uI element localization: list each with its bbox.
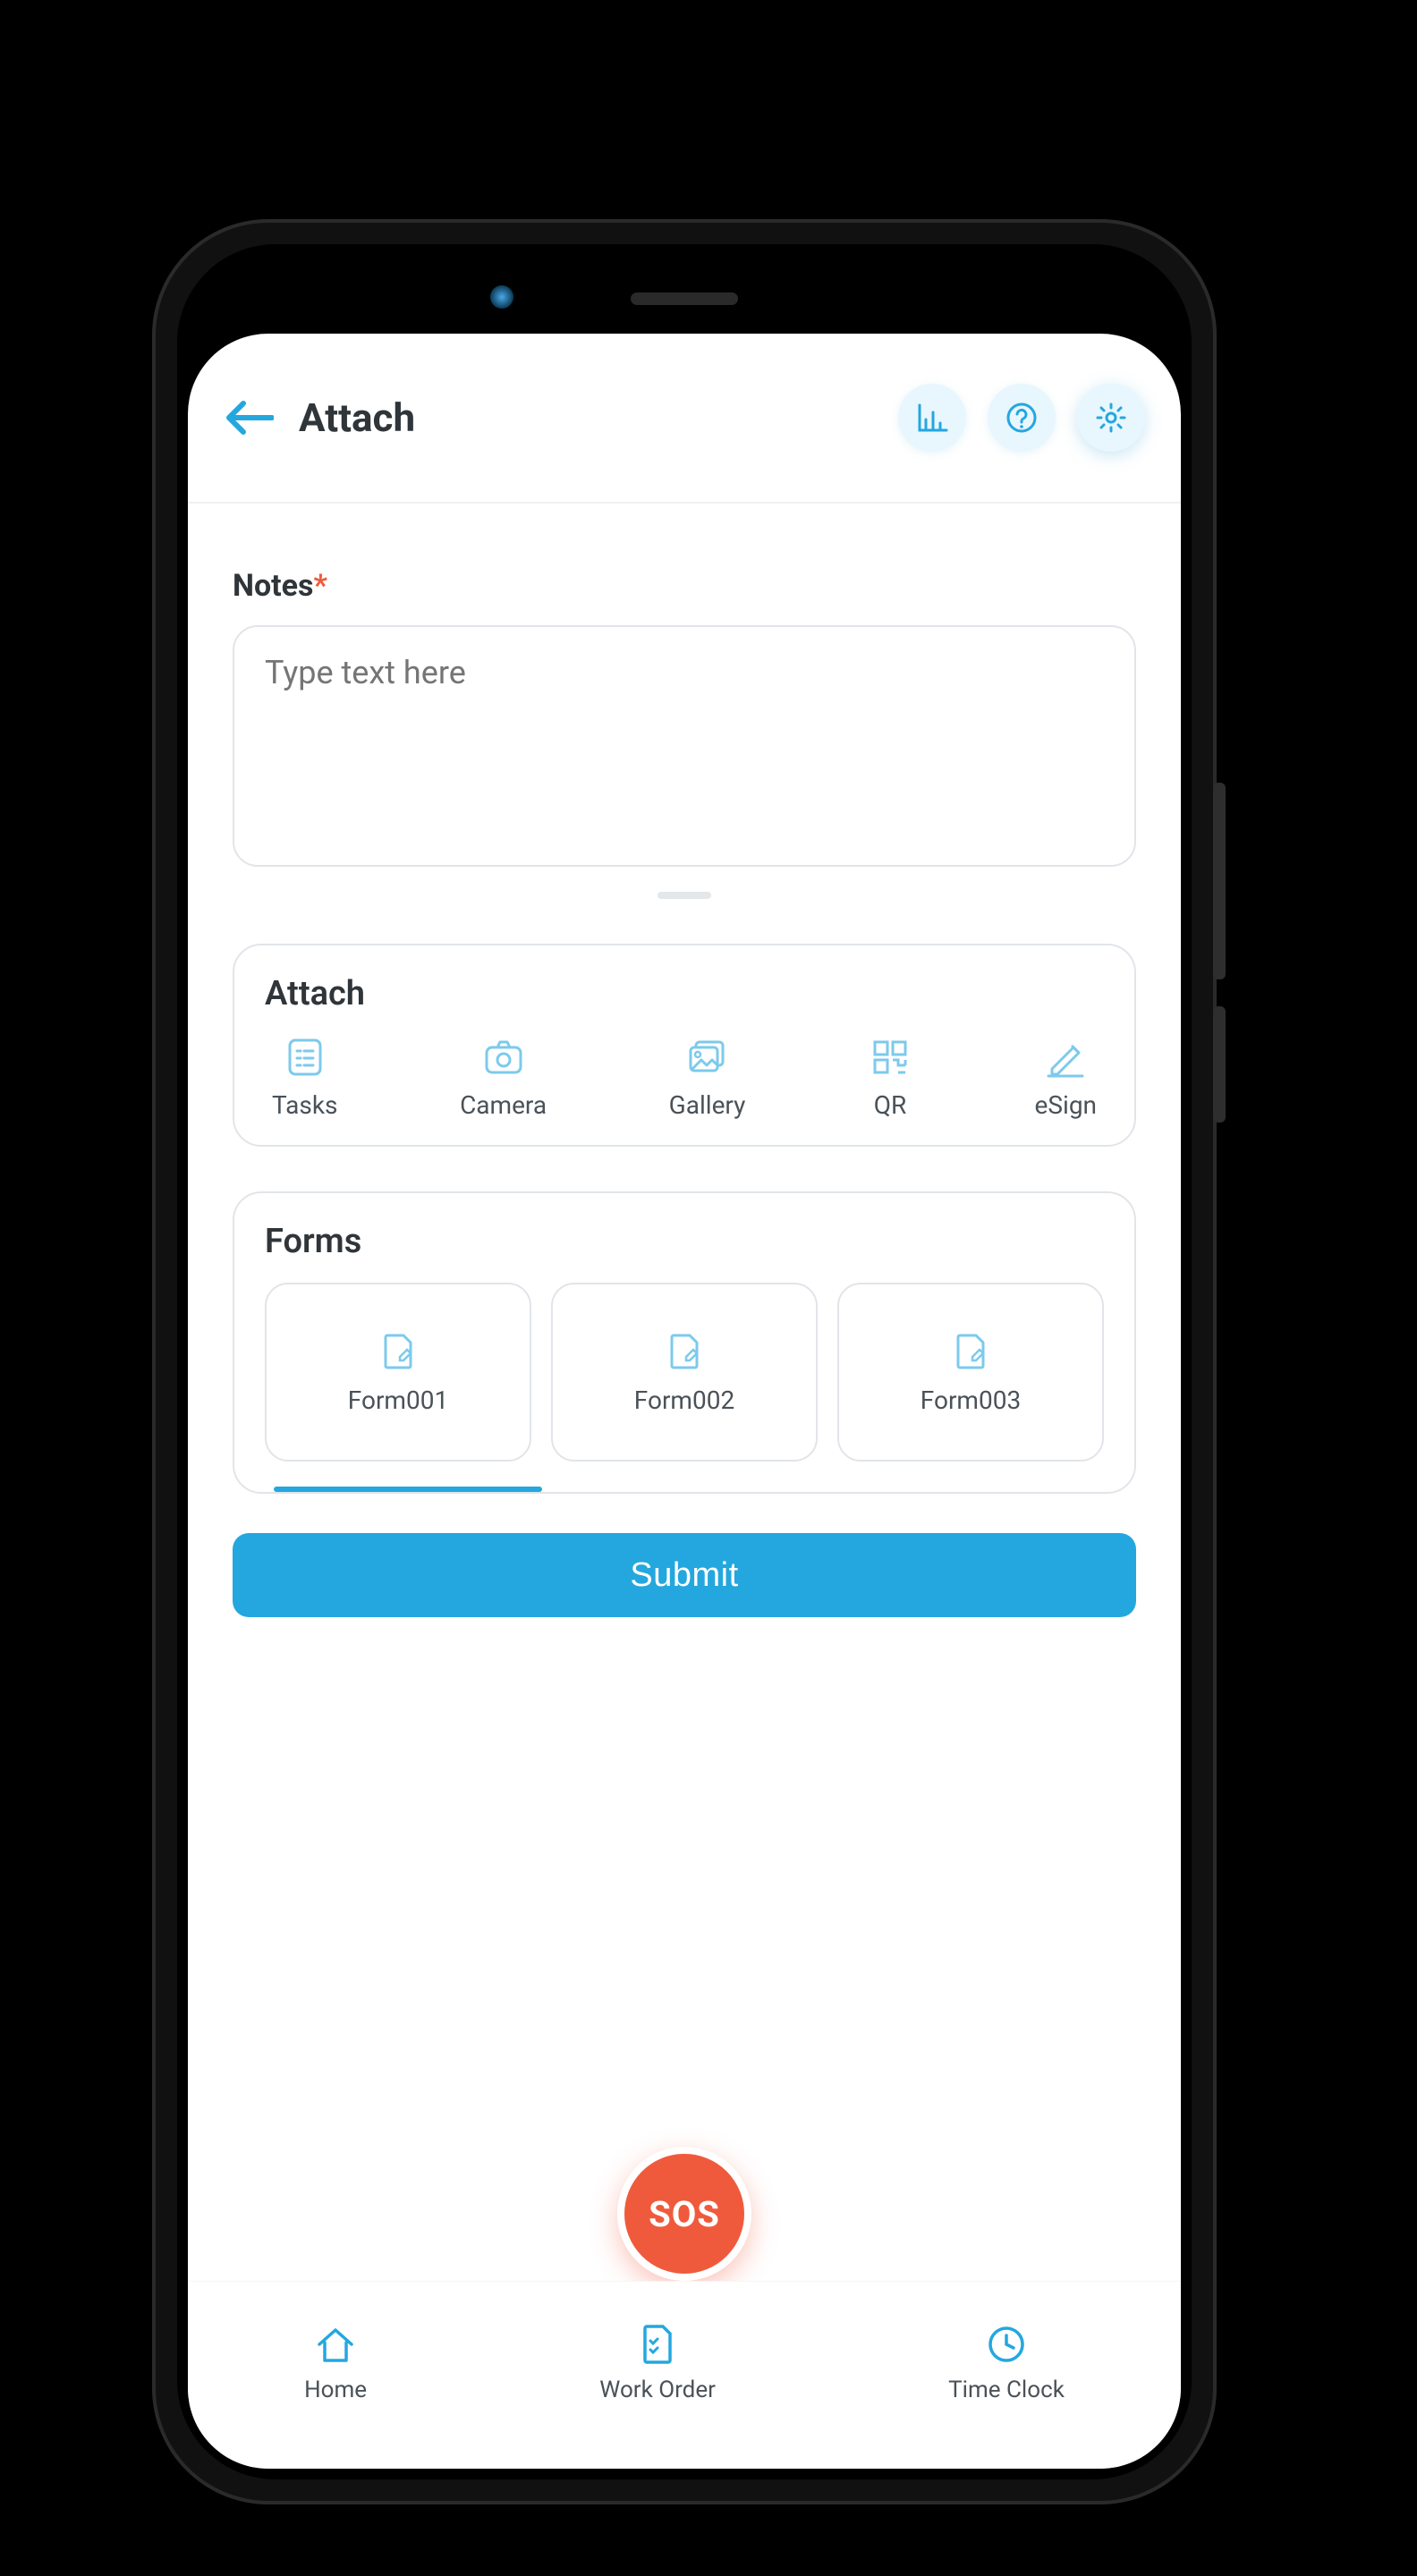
attach-tasks-label: Tasks (272, 1090, 338, 1120)
bar-chart-icon (914, 400, 950, 436)
submit-button[interactable]: Submit (233, 1533, 1136, 1617)
arrow-left-icon (224, 398, 274, 437)
workorder-icon (634, 2321, 681, 2368)
sos-button[interactable]: SOS (617, 2147, 751, 2281)
gallery-icon (685, 1035, 730, 1080)
app-header: Attach (188, 334, 1181, 493)
bottom-nav: Home Work Order (188, 2281, 1181, 2469)
tasks-icon (283, 1035, 327, 1080)
phone-frame: Attach (152, 219, 1217, 2504)
nav-workorder-label: Work Order (599, 2377, 716, 2403)
nav-home[interactable]: Home (304, 2321, 367, 2403)
app-screen: Attach (188, 334, 1181, 2469)
header-chart-button[interactable] (898, 384, 966, 452)
attach-camera-label: Camera (460, 1090, 547, 1120)
nav-timeclock[interactable]: Time Clock (948, 2321, 1065, 2403)
form-tile-1[interactable]: Form001 (265, 1283, 531, 1462)
nav-home-label: Home (304, 2377, 367, 2403)
phone-speaker (631, 292, 738, 305)
header-actions (898, 384, 1145, 452)
qr-icon (868, 1035, 912, 1080)
forms-row: Form001 Form002 (265, 1283, 1104, 1487)
nav-workorder[interactable]: Work Order (599, 2321, 716, 2403)
nav-timeclock-label: Time Clock (948, 2377, 1065, 2403)
form-tile-3[interactable]: Form003 (837, 1283, 1104, 1462)
home-icon (312, 2321, 359, 2368)
attach-title: Attach (265, 974, 1104, 1013)
form-tile-2[interactable]: Form002 (551, 1283, 818, 1462)
pen-icon (1043, 1035, 1088, 1080)
phone-side-button (1213, 783, 1226, 979)
gear-icon (1093, 400, 1129, 436)
attach-qr[interactable]: QR (868, 1035, 912, 1120)
attach-gallery-label: Gallery (669, 1090, 746, 1120)
back-button[interactable] (224, 398, 274, 437)
phone-camera-dot (490, 285, 513, 309)
header-help-button[interactable] (988, 384, 1056, 452)
clock-icon (983, 2321, 1030, 2368)
required-mark: * (314, 568, 327, 604)
form-tile-2-label: Form002 (634, 1385, 734, 1415)
attach-card: Attach Tasks (233, 944, 1136, 1147)
drag-handle[interactable] (658, 892, 711, 899)
attach-tasks[interactable]: Tasks (272, 1035, 338, 1120)
form-tile-3-label: Form003 (921, 1385, 1021, 1415)
forms-card: Forms Form001 (233, 1191, 1136, 1494)
attach-row: Tasks Camera (265, 1035, 1104, 1120)
forms-title: Forms (265, 1222, 1104, 1261)
attach-qr-label: QR (874, 1090, 907, 1120)
form-tile-1-label: Form001 (348, 1385, 448, 1415)
notes-label-text: Notes (233, 568, 314, 604)
forms-scroll-indicator (274, 1487, 542, 1492)
attach-gallery[interactable]: Gallery (669, 1035, 746, 1120)
phone-bezel: Attach (177, 244, 1192, 2479)
page-title: Attach (299, 394, 415, 441)
notes-label: Notes* (233, 568, 1136, 604)
phone-side-button (1213, 1006, 1226, 1123)
header-settings-button[interactable] (1077, 384, 1145, 452)
form-icon (949, 1330, 992, 1373)
header-left: Attach (224, 394, 415, 441)
form-icon (663, 1330, 706, 1373)
attach-esign[interactable]: eSign (1035, 1035, 1097, 1120)
attach-camera[interactable]: Camera (460, 1035, 547, 1120)
attach-esign-label: eSign (1035, 1090, 1097, 1120)
notes-input[interactable] (233, 625, 1136, 867)
help-icon (1004, 400, 1039, 436)
camera-icon (481, 1035, 526, 1080)
form-icon (377, 1330, 420, 1373)
